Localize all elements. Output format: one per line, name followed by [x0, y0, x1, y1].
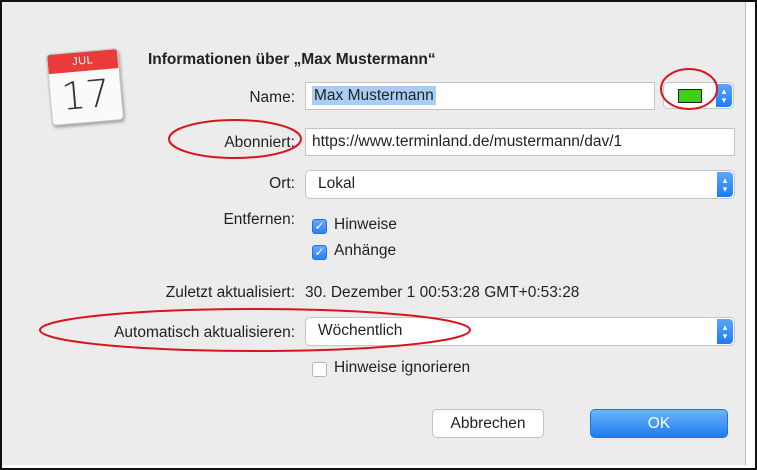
- calendar-day: 17: [59, 70, 112, 119]
- cancel-button[interactable]: Abbrechen: [432, 409, 544, 438]
- name-label: Name:: [249, 89, 295, 106]
- subscribed-url-field[interactable]: https://www.terminland.de/mustermann/dav…: [305, 128, 735, 156]
- auto-refresh-value: Wöchentlich: [318, 322, 403, 339]
- subscribed-label: Abonniert:: [224, 134, 295, 151]
- ignore-alerts-label: Hinweise ignorieren: [334, 359, 471, 376]
- last-updated-value: 30. Dezember 1 00:53:28 GMT+0:53:28: [305, 284, 580, 301]
- chevron-updown-icon: ▴ ▾: [717, 172, 733, 197]
- ignore-alerts-checkbox[interactable]: [312, 362, 327, 377]
- calendar-icon: JUL 17: [45, 47, 125, 127]
- calendar-page: JUL 17: [45, 47, 125, 127]
- chevron-updown-icon: ▴ ▾: [716, 84, 732, 107]
- auto-refresh-label: Automatisch aktualisieren:: [114, 324, 295, 341]
- remove-label: Entfernen:: [223, 211, 295, 228]
- location-value: Lokal: [318, 175, 356, 192]
- name-field[interactable]: Max Mustermann: [305, 82, 655, 110]
- dialog-title: Informationen über „Max Mustermann“: [148, 51, 436, 68]
- remove-attachments-label: Anhänge: [334, 242, 397, 259]
- color-picker[interactable]: ▴ ▾: [663, 82, 734, 109]
- remove-alerts-checkbox[interactable]: ✓: [312, 219, 327, 234]
- chevron-updown-icon: ▴ ▾: [717, 319, 733, 344]
- name-value: Max Mustermann: [312, 86, 436, 105]
- auto-refresh-select[interactable]: Wöchentlich ▴ ▾: [305, 317, 735, 346]
- location-label: Ort:: [269, 175, 295, 192]
- bottom-strip: [0, 465, 757, 470]
- remove-alerts-label: Hinweise: [334, 216, 397, 233]
- ok-button[interactable]: OK: [590, 409, 728, 438]
- remove-attachments-checkbox[interactable]: ✓: [312, 245, 327, 260]
- color-swatch: [678, 89, 702, 103]
- last-updated-label: Zuletzt aktualisiert:: [165, 284, 295, 301]
- location-select[interactable]: Lokal ▴ ▾: [305, 170, 735, 199]
